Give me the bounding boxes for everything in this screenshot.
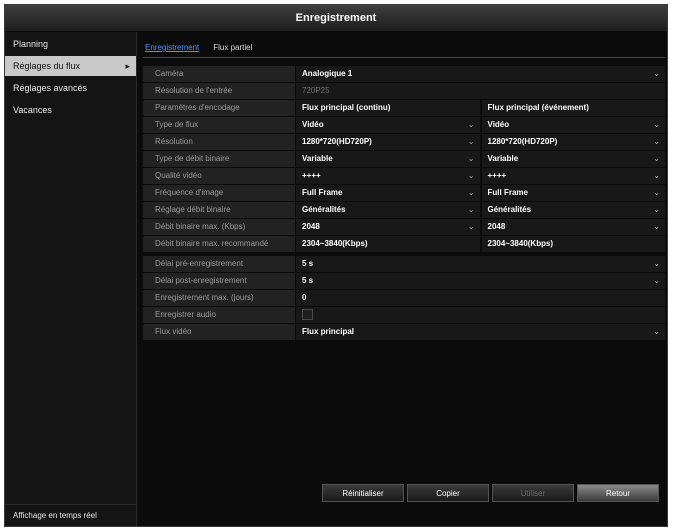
video-quality-select-continuous[interactable]: ++++ ⌄ [296, 168, 480, 184]
chevron-down-icon: ⌄ [467, 205, 475, 214]
resolution-select-event[interactable]: 1280*720(HD720P) ⌄ [481, 134, 665, 150]
bitrate-setting-label: Réglage débit binaire [143, 202, 295, 218]
sidebar-item-advanced-settings[interactable]: Réglages avancés [5, 78, 136, 98]
encoding-col-continuous: Flux principal (continu) [296, 100, 480, 116]
chevron-down-icon: ⌄ [467, 188, 475, 197]
video-stream-label: Flux vidéo [143, 324, 295, 340]
sidebar-item-label: Réglages avancés [13, 83, 88, 93]
resolution-label: Résolution [143, 134, 295, 150]
input-resolution-row: Résolution de l'entrée 720P25 [143, 83, 665, 99]
max-bitrate-row: Débit binaire max. (Kbps) 2048 ⌄ 2048 ⌄ [143, 219, 665, 235]
encoding-params-row: Paramètres d'encodage Flux principal (co… [143, 100, 665, 116]
back-button[interactable]: Retour [577, 484, 659, 502]
chevron-down-icon: ⌄ [467, 120, 475, 129]
recommended-bitrate-continuous: 2304~3840(Kbps) [296, 236, 480, 252]
stream-type-select-event[interactable]: Vidéo ⌄ [481, 117, 665, 133]
sidebar-item-planning[interactable]: Planning [5, 34, 136, 54]
post-record-label: Délai post-enregistrement [143, 273, 295, 289]
action-buttons: Réinitialiser Copier Utiliser Retour [322, 484, 659, 502]
tab-recording[interactable]: Enregistrement [145, 41, 199, 57]
camera-select[interactable]: Analogique 1 ⌄ [296, 66, 665, 82]
input-resolution-label: Résolution de l'entrée [143, 83, 295, 99]
video-quality-label: Qualité vidéo [143, 168, 295, 184]
pre-record-row: Délai pré-enregistrement 5 s ⌄ [143, 256, 665, 272]
record-audio-cell [296, 307, 665, 323]
bitrate-type-label: Type de débit binaire [143, 151, 295, 167]
input-resolution-value: 720P25 [296, 83, 665, 99]
sidebar-item-stream-settings[interactable]: Réglages du flux ▸ [5, 56, 136, 76]
chevron-down-icon: ⌄ [653, 137, 660, 146]
max-record-days-input[interactable]: 0 [296, 290, 665, 306]
recording-window: Enregistrement Planning Réglages du flux… [4, 4, 668, 527]
chevron-down-icon: ⌄ [653, 69, 660, 78]
resolution-select-continuous[interactable]: 1280*720(HD720P) ⌄ [296, 134, 480, 150]
stream-type-row: Type de flux Vidéo ⌄ Vidéo ⌄ [143, 117, 665, 133]
encoding-params-label: Paramètres d'encodage [143, 100, 295, 116]
tab-substream[interactable]: Flux partiel [213, 41, 252, 57]
chevron-down-icon: ⌄ [653, 327, 660, 336]
frame-rate-row: Fréquence d'image Full Frame ⌄ Full Frame… [143, 185, 665, 201]
chevron-down-icon: ⌄ [653, 120, 660, 129]
bitrate-type-row: Type de débit binaire Variable ⌄ Variable… [143, 151, 665, 167]
stream-type-label: Type de flux [143, 117, 295, 133]
camera-row: Caméra Analogique 1 ⌄ [143, 66, 665, 82]
tab-bar: Enregistrement Flux partiel [143, 41, 665, 58]
chevron-down-icon: ⌄ [653, 222, 660, 231]
bitrate-setting-select-event[interactable]: Généralités ⌄ [481, 202, 665, 218]
window-title: Enregistrement [5, 5, 667, 31]
recommended-bitrate-event: 2304~3840(Kbps) [481, 236, 665, 252]
max-record-days-label: Enregistrement max. (jours) [143, 290, 295, 306]
video-stream-row: Flux vidéo Flux principal ⌄ [143, 324, 665, 340]
pre-record-label: Délai pré-enregistrement [143, 256, 295, 272]
record-audio-checkbox[interactable] [302, 309, 313, 321]
record-audio-label: Enregistrer audio [143, 307, 295, 323]
stream-type-select-continuous[interactable]: Vidéo ⌄ [296, 117, 480, 133]
live-view-button[interactable]: Affichage en temps réel [5, 504, 136, 526]
chevron-down-icon: ⌄ [653, 154, 660, 163]
chevron-down-icon: ⌄ [467, 171, 475, 180]
chevron-down-icon: ⌄ [653, 205, 660, 214]
chevron-down-icon: ⌄ [653, 276, 660, 285]
settings-form: Caméra Analogique 1 ⌄ Résolution de l'ent… [143, 66, 665, 340]
frame-rate-label: Fréquence d'image [143, 185, 295, 201]
recommended-bitrate-row: Débit binaire max. recommandé 2304~3840(… [143, 236, 665, 252]
recommended-bitrate-label: Débit binaire max. recommandé [143, 236, 295, 252]
sidebar-item-label: Planning [13, 39, 49, 49]
post-record-select[interactable]: 5 s ⌄ [296, 273, 665, 289]
sidebar-item-label: Vacances [13, 105, 52, 115]
copy-button[interactable]: Copier [407, 484, 489, 502]
chevron-down-icon: ⌄ [653, 259, 660, 268]
chevron-right-icon: ▸ [125, 61, 130, 71]
max-bitrate-label: Débit binaire max. (Kbps) [143, 219, 295, 235]
sidebar-item-holidays[interactable]: Vacances [5, 100, 136, 120]
post-record-row: Délai post-enregistrement 5 s ⌄ [143, 273, 665, 289]
sidebar: Planning Réglages du flux ▸ Réglages avan… [5, 32, 137, 526]
chevron-down-icon: ⌄ [467, 154, 475, 163]
frame-rate-select-continuous[interactable]: Full Frame ⌄ [296, 185, 480, 201]
pre-record-select[interactable]: 5 s ⌄ [296, 256, 665, 272]
max-record-days-row: Enregistrement max. (jours) 0 [143, 290, 665, 306]
use-button[interactable]: Utiliser [492, 484, 574, 502]
video-stream-select[interactable]: Flux principal ⌄ [296, 324, 665, 340]
bitrate-type-select-continuous[interactable]: Variable ⌄ [296, 151, 480, 167]
chevron-down-icon: ⌄ [467, 137, 475, 146]
chevron-down-icon: ⌄ [467, 222, 475, 231]
encoding-col-event: Flux principal (événement) [481, 100, 665, 116]
max-bitrate-select-continuous[interactable]: 2048 ⌄ [296, 219, 480, 235]
main-panel: Enregistrement Flux partiel Caméra Analo… [143, 41, 665, 341]
bitrate-setting-select-continuous[interactable]: Généralités ⌄ [296, 202, 480, 218]
record-audio-row: Enregistrer audio [143, 307, 665, 323]
bitrate-type-select-event[interactable]: Variable ⌄ [481, 151, 665, 167]
reset-button[interactable]: Réinitialiser [322, 484, 404, 502]
frame-rate-select-event[interactable]: Full Frame ⌄ [481, 185, 665, 201]
chevron-down-icon: ⌄ [653, 188, 660, 197]
video-quality-select-event[interactable]: ++++ ⌄ [481, 168, 665, 184]
sidebar-item-label: Réglages du flux [13, 61, 81, 71]
bitrate-setting-row: Réglage débit binaire Généralités ⌄ Génér… [143, 202, 665, 218]
resolution-row: Résolution 1280*720(HD720P) ⌄ 1280*720(HD… [143, 134, 665, 150]
camera-label: Caméra [143, 66, 295, 82]
max-bitrate-select-event[interactable]: 2048 ⌄ [481, 219, 665, 235]
chevron-down-icon: ⌄ [653, 171, 660, 180]
video-quality-row: Qualité vidéo ++++ ⌄ ++++ ⌄ [143, 168, 665, 184]
